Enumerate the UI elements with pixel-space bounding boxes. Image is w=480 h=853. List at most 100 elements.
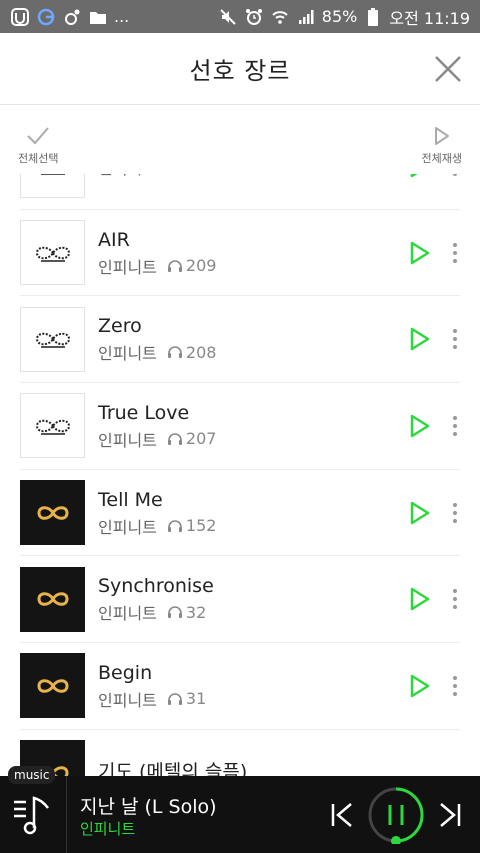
track-artist: 인피니트 bbox=[98, 690, 157, 710]
track-more-button[interactable] bbox=[450, 501, 460, 525]
status-bar: ... 85% 오전 11:19 bbox=[0, 0, 480, 33]
track-more-button[interactable] bbox=[450, 674, 460, 698]
status-more-text: ... bbox=[114, 7, 130, 26]
play-count: 32 bbox=[185, 602, 207, 622]
track-play-button[interactable] bbox=[408, 673, 432, 699]
track-meta: 인피니트 207 bbox=[98, 427, 460, 451]
track-title: Begin bbox=[98, 661, 153, 684]
headphones-icon bbox=[167, 346, 182, 359]
headphones-icon bbox=[167, 693, 182, 705]
headphones-icon bbox=[167, 606, 182, 619]
track-row[interactable]: Tell Me 인피니트 152 bbox=[20, 470, 460, 557]
track-info: AIR 인피니트 209 bbox=[98, 228, 460, 278]
track-artist: 인피니트 bbox=[98, 174, 157, 179]
music-tag: music bbox=[8, 766, 56, 784]
track-artist: 인피니트 bbox=[98, 430, 157, 450]
track-title: Zero bbox=[98, 315, 142, 338]
page-title: 선호 장르 bbox=[189, 57, 291, 85]
play-icon bbox=[410, 588, 430, 611]
album-cover bbox=[20, 480, 85, 546]
sync-icon bbox=[62, 7, 82, 27]
pause-progress-icon bbox=[368, 787, 424, 846]
playlist-button[interactable] bbox=[12, 794, 52, 836]
track-list-inner: 인피니트 211 AIR 인피니트 209 Zero 인피니트 208 True Love 인피니… bbox=[20, 174, 460, 776]
next-button[interactable] bbox=[438, 802, 462, 828]
track-row[interactable]: Synchronise 인피니트 32 bbox=[20, 556, 460, 644]
play-count: 31 bbox=[185, 689, 207, 709]
track-play-button[interactable] bbox=[408, 240, 432, 266]
playlist-music-icon bbox=[14, 796, 49, 835]
album-cover bbox=[20, 566, 85, 632]
track-list[interactable]: 인피니트 211 AIR 인피니트 209 Zero 인피니트 208 True Love 인피니… bbox=[20, 174, 460, 776]
track-meta: 인피니트 32 bbox=[98, 600, 460, 624]
play-icon bbox=[410, 327, 430, 351]
headphones-icon bbox=[167, 259, 182, 272]
play-all-label: 전체재생 bbox=[421, 152, 462, 165]
track-meta: 인피니트 208 bbox=[98, 340, 460, 364]
track-info: Tell Me 인피니트 152 bbox=[98, 488, 460, 538]
track-title: True Love bbox=[98, 401, 190, 424]
select-all-label: 전체선택 bbox=[18, 152, 59, 165]
album-cover bbox=[20, 306, 85, 372]
album-cover bbox=[20, 220, 85, 286]
track-artist: 인피니트 bbox=[98, 257, 157, 277]
close-button[interactable] bbox=[432, 53, 464, 85]
track-artist: 인피니트 bbox=[98, 517, 157, 537]
track-play-button[interactable] bbox=[408, 174, 432, 179]
status-right: 85% 오전 11:19 bbox=[218, 5, 470, 29]
signal-icon bbox=[296, 7, 316, 27]
play-count: 211 bbox=[186, 174, 217, 176]
play-icon bbox=[410, 414, 430, 438]
album-cover bbox=[20, 653, 85, 719]
track-play-button[interactable] bbox=[408, 413, 432, 439]
track-meta: 인피니트 31 bbox=[98, 687, 460, 711]
track-play-button[interactable] bbox=[408, 500, 432, 526]
track-more-button[interactable] bbox=[450, 327, 460, 351]
play-icon bbox=[410, 674, 430, 698]
play-outline-icon bbox=[434, 127, 449, 145]
track-title: Synchronise bbox=[98, 575, 214, 598]
track-row[interactable]: AIR 인피니트 209 bbox=[20, 210, 460, 297]
header: 선호 장르 bbox=[0, 33, 480, 105]
track-title: 기도 (메텔의 슬픔) bbox=[98, 760, 248, 776]
track-play-button[interactable] bbox=[408, 326, 432, 352]
track-meta: 인피니트 152 bbox=[98, 514, 460, 538]
pause-button[interactable] bbox=[367, 786, 425, 846]
track-artist: 인피니트 bbox=[98, 604, 157, 624]
mini-player[interactable]: music 지난 날 (L Solo) 인피니트 bbox=[0, 766, 480, 853]
headphones-icon bbox=[167, 519, 182, 532]
track-more-button[interactable] bbox=[450, 174, 460, 178]
track-row[interactable]: True Love 인피니트 207 bbox=[20, 383, 460, 470]
checkmark-icon bbox=[27, 127, 49, 145]
track-more-button[interactable] bbox=[450, 241, 460, 265]
play-count: 208 bbox=[185, 342, 217, 362]
album-cover bbox=[20, 174, 85, 199]
clock: 오전 11:19 bbox=[389, 8, 470, 28]
now-playing-title: 지난 날 (L Solo) bbox=[80, 796, 217, 818]
track-play-button[interactable] bbox=[408, 586, 432, 612]
track-info: 인피니트 211 bbox=[98, 174, 460, 179]
track-more-button[interactable] bbox=[450, 587, 460, 611]
play-icon bbox=[410, 174, 418, 178]
track-title: AIR bbox=[98, 228, 130, 251]
skip-previous-icon bbox=[331, 803, 352, 827]
mute-icon bbox=[218, 7, 238, 27]
play-icon bbox=[410, 501, 430, 524]
track-row[interactable]: 인피니트 211 bbox=[20, 174, 460, 210]
status-left: ... bbox=[10, 7, 129, 27]
play-all-button[interactable]: 전체재생 bbox=[422, 106, 462, 166]
select-all-button[interactable]: 전체선택 bbox=[18, 106, 58, 166]
close-icon bbox=[435, 56, 461, 82]
play-count: 152 bbox=[185, 516, 217, 536]
previous-button[interactable] bbox=[330, 802, 354, 828]
track-more-button[interactable] bbox=[450, 414, 460, 438]
now-playing-artist: 인피니트 bbox=[80, 820, 136, 838]
track-row[interactable]: Begin 인피니트 31 bbox=[20, 643, 460, 730]
action-bar: 전체선택 전체재생 bbox=[0, 106, 480, 174]
track-row[interactable]: 기도 (메텔의 슬픔) bbox=[20, 730, 460, 776]
track-row[interactable]: Zero 인피니트 208 bbox=[20, 296, 460, 384]
app-notification-icon bbox=[10, 7, 30, 27]
google-icon bbox=[36, 7, 56, 27]
track-info: True Love 인피니트 207 bbox=[98, 401, 460, 451]
track-info: Synchronise 인피니트 32 bbox=[98, 574, 460, 624]
